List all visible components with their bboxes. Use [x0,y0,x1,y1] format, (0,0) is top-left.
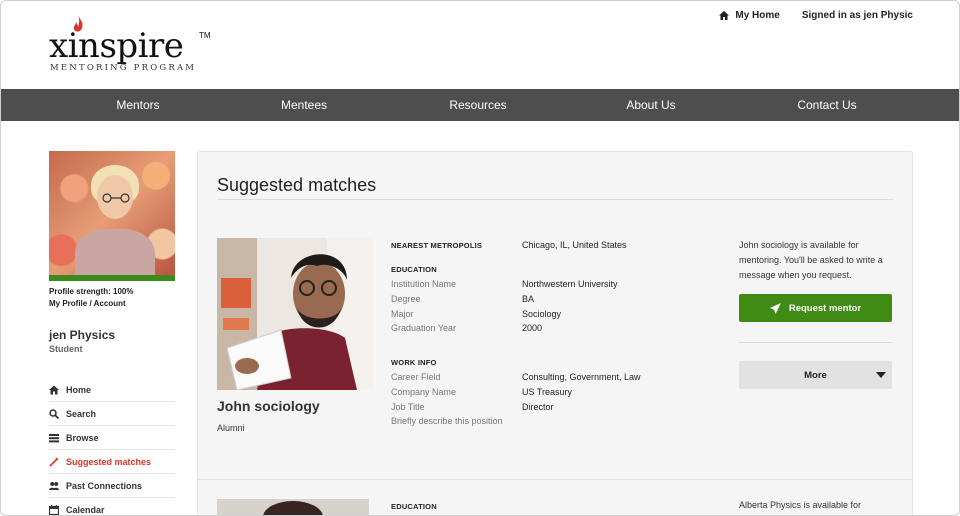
major-label: Major [391,309,414,319]
site-header: xinspire TM MENTORING PROGRAM My Home Si… [1,1,959,89]
education-heading: EDUCATION [391,265,437,274]
browser-frame: xinspire TM MENTORING PROGRAM My Home Si… [0,0,960,516]
main-nav: Mentors Mentees Resources About Us Conta… [1,89,959,121]
profile-strength: Profile strength: 100% My Profile / Acco… [49,286,175,310]
degree-value: BA [522,294,535,304]
nav-contact-us[interactable]: Contact Us [797,89,856,121]
home-icon [49,385,59,394]
sidebar: Profile strength: 100% My Profile / Acco… [49,151,175,515]
sidebar-item-past-connections[interactable]: Past Connections [49,474,175,498]
home-icon [719,11,730,20]
suggested-matches-panel: Suggested matches John sociology Alumni [197,151,913,515]
sidebar-item-home[interactable]: Home [49,378,175,402]
nav-mentees[interactable]: Mentees [281,89,327,121]
institution-value: Northwestern University [522,279,618,289]
describe-position-label: Briefly describe this position [391,416,503,426]
send-icon [769,302,781,314]
action-divider [739,342,892,343]
match-role: Alumni [217,423,245,433]
match-photo-image [217,499,369,515]
sidebar-item-label: Browse [66,432,99,443]
title-divider [217,199,893,200]
availability-text: John sociology is available for mentorin… [739,240,883,280]
my-home-link[interactable]: My Home [719,10,780,21]
glasses-icon [102,193,130,203]
sidebar-item-label: Calendar [66,504,105,515]
logo-trademark: TM [199,31,211,40]
nearest-metropolis-heading: NEAREST METROPOLIS [391,241,483,250]
nav-about-us[interactable]: About Us [626,89,675,121]
magic-wand-icon [49,456,59,467]
nearest-metropolis-value: Chicago, IL, United States [522,240,627,250]
users-icon [49,481,59,490]
user-role: Student [49,344,83,354]
request-mentor-label: Request mentor [788,302,862,314]
sidebar-item-label: Suggested matches [66,456,152,467]
job-title-label: Job Title [391,402,425,412]
sidebar-item-calendar[interactable]: Calendar [49,498,175,515]
top-links: My Home Signed in as jen Physic [719,10,913,21]
match-name[interactable]: John sociology [217,398,320,414]
company-name-value: US Treasury [522,387,573,397]
company-name-label: Company Name [391,387,457,397]
education-heading: EDUCATION [391,502,437,511]
sidebar-item-suggested-matches[interactable]: Suggested matches [49,450,175,474]
more-label: More [804,369,827,381]
profile-links-separator: / [89,299,92,308]
signed-in-link[interactable]: Signed in as jen Physic [802,10,913,21]
institution-label: Institution Name [391,279,457,289]
list-icon [49,433,59,442]
signed-in-label: Signed in as jen Physic [801,10,913,21]
job-title-value: Director [522,402,554,412]
calendar-icon [49,504,59,515]
sidebar-item-label: Search [66,408,97,419]
nav-mentors[interactable]: Mentors [116,89,159,121]
page-title: Suggested matches [217,175,377,195]
career-field-label: Career Field [391,372,441,382]
my-home-label: My Home [735,10,780,21]
profile-strength-bar [49,275,175,281]
avatar[interactable] [49,151,175,275]
profile-strength-label: Profile strength: 100% [49,287,134,296]
my-profile-link[interactable]: My Profile [49,299,87,308]
more-dropdown-button[interactable]: More [739,361,892,389]
account-link[interactable]: Account [94,299,126,308]
match-divider [198,479,912,480]
nav-resources[interactable]: Resources [449,89,506,121]
logo-subtitle: MENTORING PROGRAM [50,63,197,73]
request-mentor-button[interactable]: Request mentor [739,294,892,322]
sidebar-item-label: Home [66,384,92,395]
profile-links: My Profile / Account [49,298,175,310]
degree-label: Degree [391,294,421,304]
caret-down-icon [876,372,886,378]
sidebar-item-label: Past Connections [66,480,143,491]
xinspire-logo[interactable]: xinspire TM MENTORING PROGRAM [49,15,219,77]
sidebar-item-search[interactable]: Search [49,402,175,426]
sidebar-menu: Home Search Browse Suggested matches Pas… [49,378,175,515]
logo-wordmark: xinspire [49,26,184,66]
match-photo[interactable] [217,499,369,515]
match-photo-image [217,238,373,390]
avatar-body [75,229,155,275]
work-info-heading: WORK INFO [391,358,437,367]
search-icon [49,408,59,419]
major-value: Sociology [522,309,562,319]
match-photo[interactable] [217,238,373,390]
availability-text: Alberta Physics is available for [739,500,862,510]
graduation-year-label: Graduation Year [391,323,457,333]
graduation-year-value: 2000 [522,323,543,333]
career-field-value: Consulting, Government, Law [522,372,641,382]
user-name: jen Physics [49,328,116,342]
sidebar-item-browse[interactable]: Browse [49,426,175,450]
